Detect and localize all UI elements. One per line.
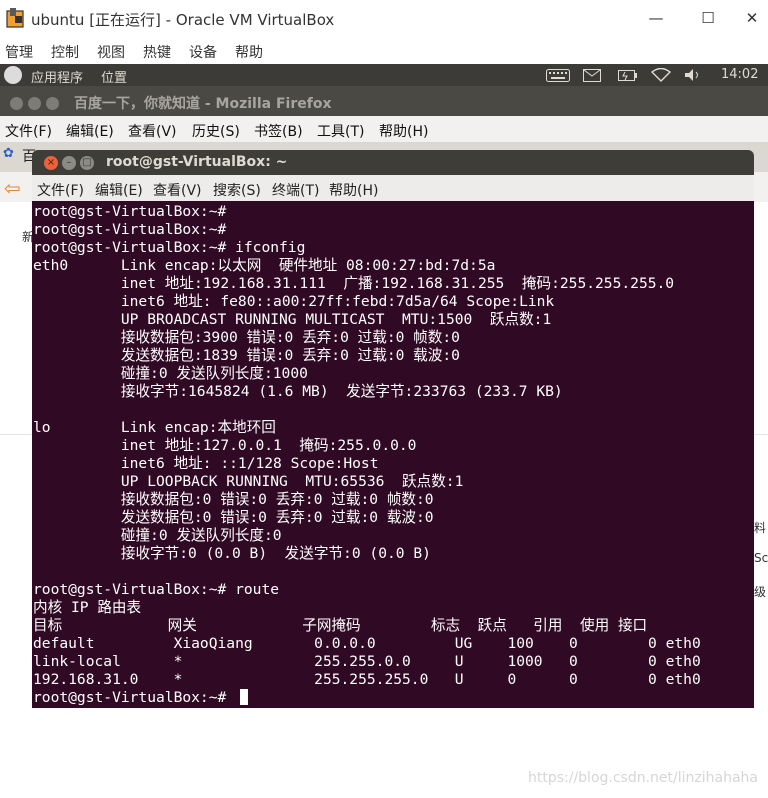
firefox-minimize-button[interactable] [28,97,41,110]
terminal-menu-file[interactable]: 文件(F) [37,180,84,200]
panel-applications-menu[interactable]: 应用程序 [31,67,83,86]
terminal-line: 发送数据包:0 错误:0 丢弃:0 过载:0 载波:0 [33,509,434,526]
panel-places-menu[interactable]: 位置 [101,67,127,86]
vbox-menu-view[interactable]: 视图 [97,42,125,62]
terminal-line: eth0 Link encap:以太网 硬件地址 08:00:27:bd:7d:… [33,257,496,274]
mail-icon[interactable] [583,69,601,82]
back-arrow-icon[interactable]: ⇦ [4,176,21,200]
vbox-menu-manage[interactable]: 管理 [5,42,33,62]
firefox-menu-history[interactable]: 历史(S) [192,121,240,141]
baidu-paw-icon: ✿ [3,146,14,161]
vbox-menu-control[interactable]: 控制 [51,42,79,62]
terminal-line: root@gst-VirtualBox:~# [33,203,227,220]
firefox-menu-file[interactable]: 文件(F) [5,121,52,141]
terminal-minimize-button[interactable]: – [62,156,76,170]
panel-clock[interactable]: 14:02 [721,67,758,82]
vbox-menu-help[interactable]: 帮助 [235,42,263,62]
terminal-line: 接收字节:1645824 (1.6 MB) 发送字节:233763 (233.7… [33,383,563,400]
keyboard-icon[interactable] [546,69,570,82]
firefox-maximize-button[interactable] [46,97,59,110]
page-side-fragment: Sci [754,551,768,565]
firefox-close-button[interactable] [10,97,23,110]
terminal-menu-view[interactable]: 查看(V) [153,180,202,200]
ubuntu-logo-icon[interactable] [4,66,22,84]
terminal-close-button[interactable]: × [44,156,58,170]
terminal-line: inet 地址:192.168.31.111 广播:192.168.31.255… [33,275,675,292]
battery-icon[interactable] [618,69,638,82]
terminal-line: 发送数据包:1839 错误:0 丢弃:0 过载:0 载波:0 [33,347,460,364]
terminal-line: 内核 IP 路由表 [33,599,142,616]
terminal-line: UP LOOPBACK RUNNING MTU:65536 跃点数:1 [33,473,464,490]
vbox-window-title: ubuntu [正在运行] - Oracle VM VirtualBox [31,11,335,29]
csdn-watermark: https://blog.csdn.net/linzihahaha [527,770,758,786]
terminal-output[interactable]: root@gst-VirtualBox:~# root@gst-VirtualB… [32,201,754,708]
terminal-line: default XiaoQiang 0.0.0.0 UG 100 0 0 eth… [33,635,701,652]
terminal-line: 接收数据包:3900 错误:0 丢弃:0 过载:0 帧数:0 [33,329,460,346]
terminal-line: root@gst-VirtualBox:~# ifconfig [33,239,306,256]
terminal-line: 接收数据包:0 错误:0 丢弃:0 过载:0 帧数:0 [33,491,434,508]
terminal-line: 碰撞:0 发送队列长度:0 [33,527,282,544]
terminal-line: inet6 地址: fe80::a00:27ff:febd:7d5a/64 Sc… [33,293,555,310]
vbox-menu-devices[interactable]: 设备 [189,42,217,62]
terminal-line: root@gst-VirtualBox:~# [33,689,236,706]
wifi-icon[interactable] [651,68,671,82]
maximize-button[interactable]: ☐ [686,4,730,32]
terminal-line: UP BROADCAST RUNNING MULTICAST MTU:1500 … [33,311,552,328]
firefox-menu-view[interactable]: 查看(V) [128,121,177,141]
terminal-line: inet 地址:127.0.0.1 掩码:255.0.0.0 [33,437,417,454]
firefox-window-title: 百度一下，你就知道 - Mozilla Firefox [74,96,332,112]
firefox-menu-tools[interactable]: 工具(T) [317,121,364,141]
firefox-menu-help[interactable]: 帮助(H) [379,121,428,141]
page-side-fragment: 料 [754,521,767,535]
terminal-line: inet6 地址: ::1/128 Scope:Host [33,455,379,472]
terminal-line: root@gst-VirtualBox:~# [33,221,227,238]
terminal-line: 192.168.31.0 * 255.255.255.0 U 0 0 0 eth… [33,671,701,688]
terminal-menu-search[interactable]: 搜索(S) [213,180,261,200]
vbox-menu-hotkey[interactable]: 热键 [143,42,171,62]
page-side-fragment: 级 [754,585,767,599]
terminal-line: 碰撞:0 发送队列长度:1000 [33,365,308,382]
minimize-button[interactable]: — [634,4,678,32]
terminal-line: root@gst-VirtualBox:~# route [33,581,280,598]
firefox-menu-edit[interactable]: 编辑(E) [66,121,114,141]
terminal-line: link-local * 255.255.0.0 U 1000 0 0 eth0 [33,653,701,670]
terminal-menu-terminal[interactable]: 终端(T) [272,180,319,200]
terminal-line: 目标 网关 子网掩码 标志 跃点 引用 使用 接口 [33,617,648,634]
terminal-menu-edit[interactable]: 编辑(E) [95,180,143,200]
terminal-line: lo Link encap:本地环回 [33,419,276,436]
close-button[interactable]: ✕ [730,4,768,32]
volume-icon[interactable] [683,68,703,82]
firefox-menu-bookmarks[interactable]: 书签(B) [254,121,303,141]
terminal-maximize-button[interactable]: □ [80,156,94,170]
terminal-cursor [240,689,248,705]
virtualbox-logo-icon [6,8,24,28]
terminal-window-title: root@gst-VirtualBox: ~ [106,154,288,170]
terminal-line: 接收字节:0 (0.0 B) 发送字节:0 (0.0 B) [33,545,431,562]
terminal-menu-help[interactable]: 帮助(H) [329,180,378,200]
